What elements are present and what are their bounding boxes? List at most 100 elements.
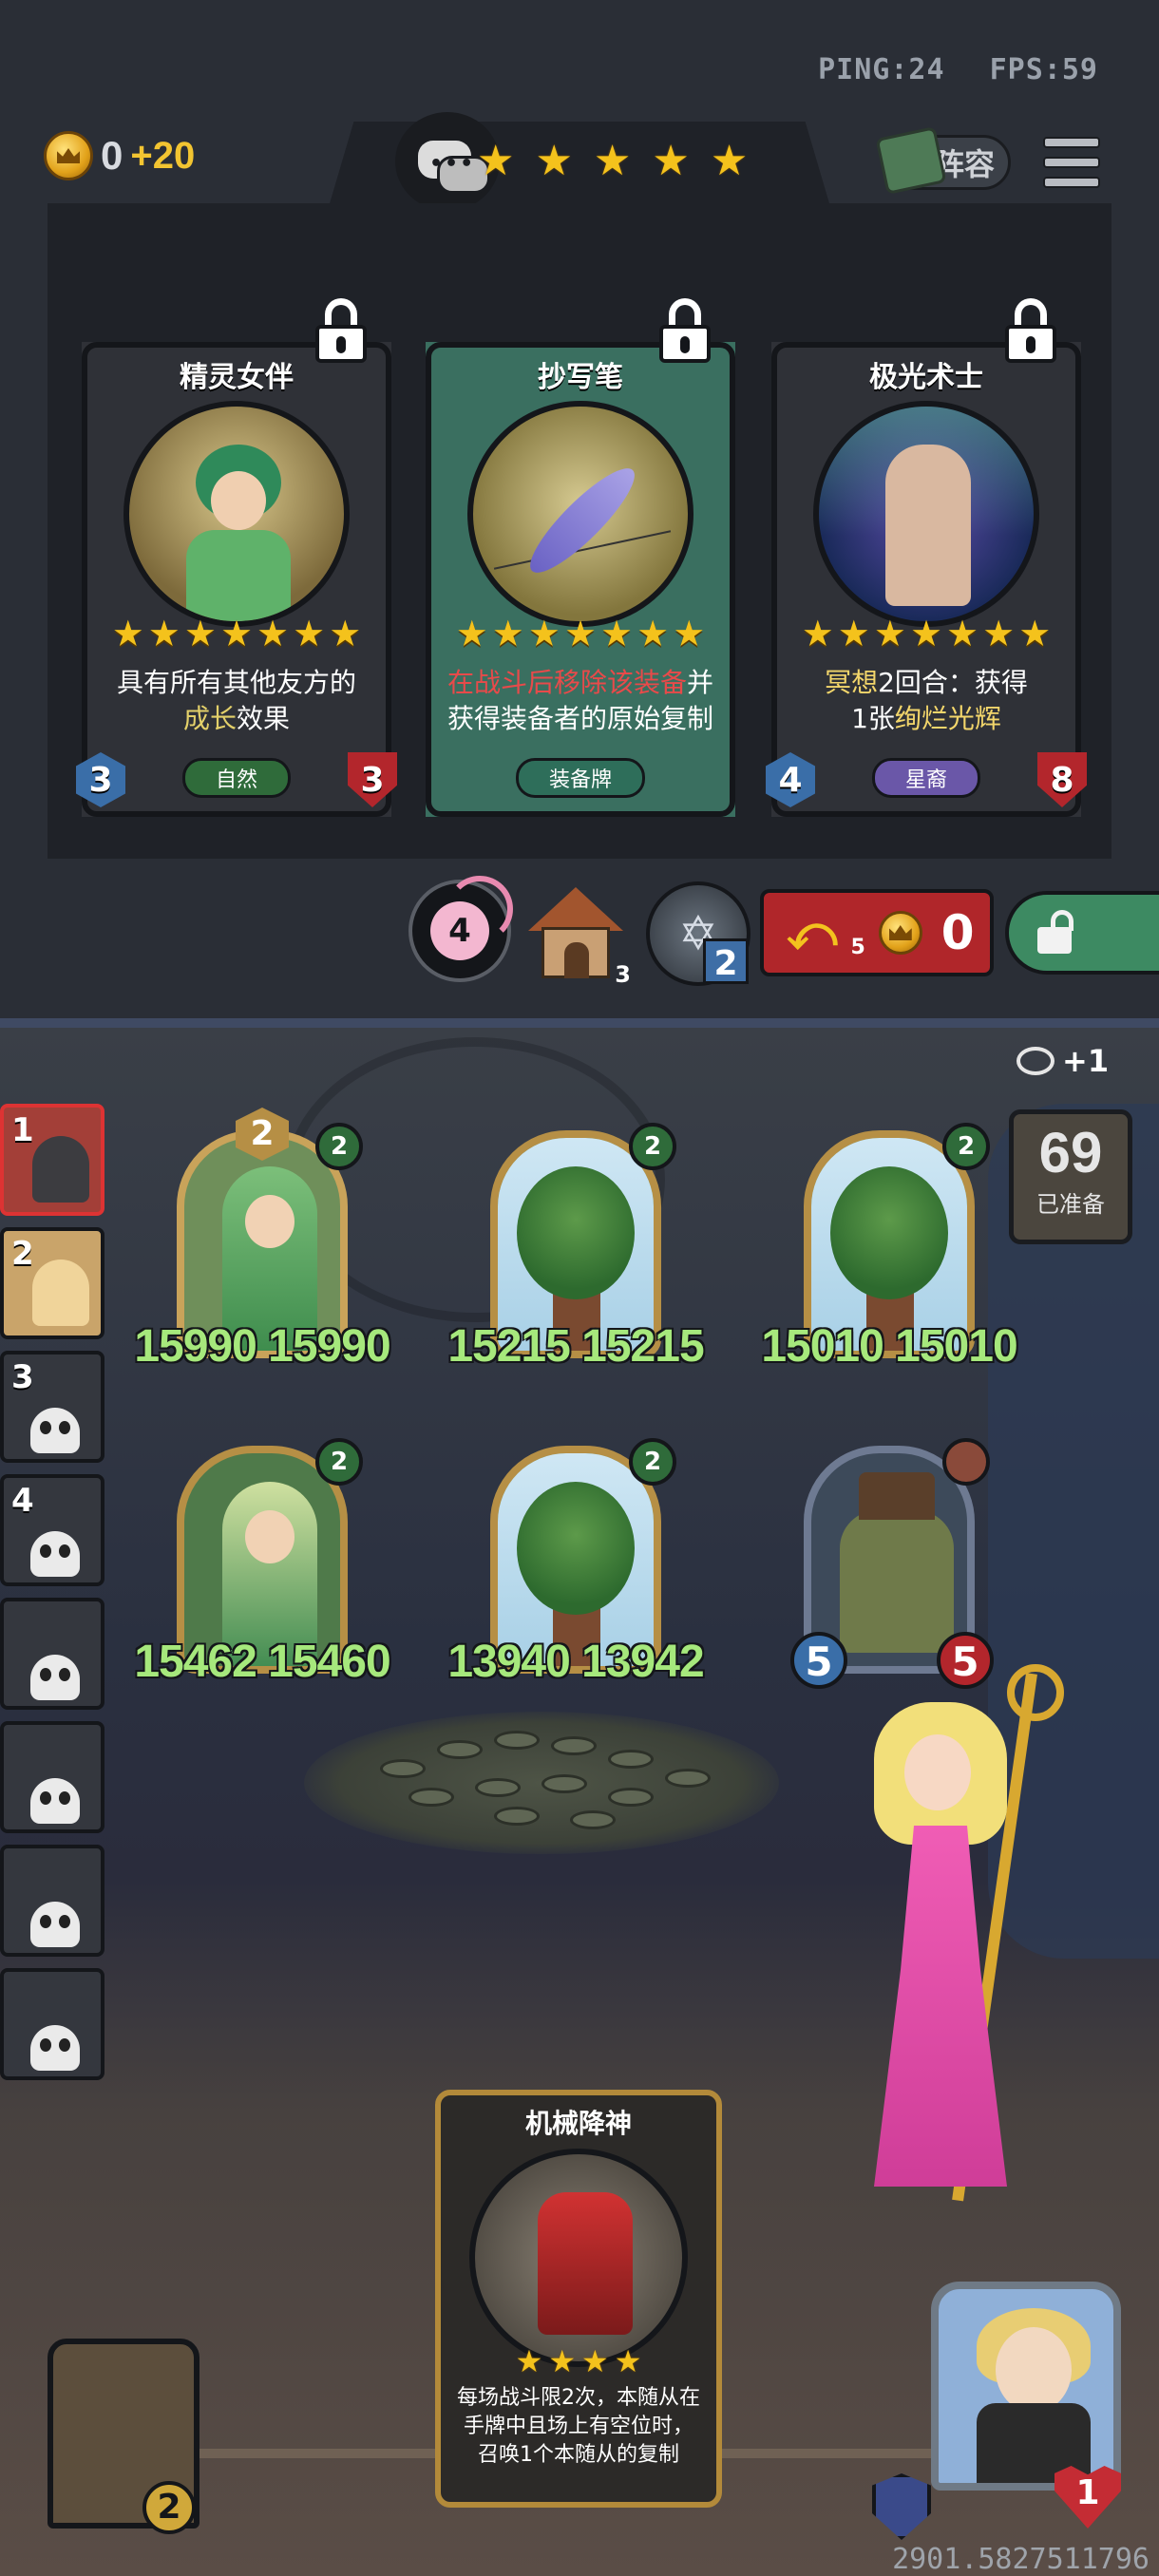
battlefield: +1 69 已准备 1 2 3 4 2 2 15990 15990 2 1521…: [0, 1028, 1159, 2576]
hand-card-stars: ★ ★ ★ ★: [515, 2343, 642, 2379]
card-stars: ★ ★ ★ ★ ★ ★ ★: [111, 613, 362, 654]
hand-card[interactable]: 机械降神 ★ ★ ★ ★ 每场战斗限2次，本随从在手牌中且场上有空位时，召唤1个本随从…: [435, 2090, 722, 2508]
refresh-count: 5: [850, 935, 865, 959]
card-tribe: 装备牌: [515, 758, 646, 798]
nature-tribe-icon: 2: [942, 1123, 990, 1170]
board-minion-fairy[interactable]: 2 2 15990 15990: [134, 1108, 391, 1377]
card-tribe: 自然: [181, 758, 292, 798]
card-description: 在战斗后移除该装备并 获得装备者的原始复制: [446, 667, 714, 734]
board-minion-toad[interactable]: 5 5: [790, 1438, 994, 1693]
freeze-shop-button[interactable]: [1005, 891, 1159, 975]
star-icon: ★: [652, 137, 690, 185]
lineup-button[interactable]: 阵容: [875, 126, 1011, 195]
card-description: 冥想2回合：获得 1张绚烂光辉: [825, 667, 1028, 734]
skull-icon: [30, 1902, 80, 1947]
tavern-tier-stars: ★ ★ ★ ★ ★: [477, 141, 748, 182]
nature-tribe-icon: 2: [629, 1438, 676, 1486]
refresh-button[interactable]: ⤺ 5 0: [760, 889, 994, 976]
skull-icon: [30, 1408, 80, 1453]
roster-rank: 2: [11, 1235, 34, 1273]
refresh-cost: 0: [940, 905, 975, 960]
menu-button[interactable]: [1043, 133, 1100, 192]
gold-coin-icon: [878, 911, 922, 955]
house-icon: [528, 887, 623, 931]
card-name: 极光术士: [869, 361, 983, 394]
gold-income: +20: [130, 134, 196, 177]
gold-counter: 0 +20: [44, 131, 195, 180]
gold-coin-icon: [44, 131, 93, 180]
roster-player-eliminated[interactable]: 4: [0, 1474, 104, 1586]
player-roster: 1 2 3 4: [0, 1104, 114, 2092]
roster-player-eliminated[interactable]: [0, 1968, 104, 2080]
minion-stats: 15215 15215: [447, 1321, 704, 1372]
ready-label: 已准备: [1036, 1191, 1105, 1218]
hand-card-name: 机械降神: [524, 2108, 632, 2139]
card-name: 抄写笔: [538, 361, 623, 394]
shop-panel: PING:24 FPS:59 0 +20 ••• ★ ★ ★ ★ ★ 阵容 精灵…: [0, 0, 1159, 1028]
hero-portrait[interactable]: [931, 2282, 1121, 2491]
player-hero-figure: [836, 1664, 1083, 2206]
star-icon: ★: [535, 137, 573, 185]
star-icon: ★: [593, 137, 632, 185]
turn-timer: 69: [1038, 1121, 1103, 1184]
compass-count: 2: [703, 938, 749, 984]
card-art: [467, 401, 694, 627]
ready-timer-panel[interactable]: 69 已准备: [1009, 1109, 1132, 1244]
card-description: 具有所有其他友方的 成长效果: [116, 667, 356, 734]
player-avatar: [32, 1260, 89, 1326]
shop-card-elf-companion[interactable]: 精灵女伴 ★ ★ ★ ★ ★ ★ ★ 具有所有其他友方的 成长效果 3 自然 3: [76, 298, 397, 817]
chest-count: 2: [142, 2481, 196, 2534]
board-minion-elf[interactable]: 2 15462 15460: [134, 1438, 391, 1693]
roster-rank: 3: [11, 1358, 34, 1396]
skull-icon: [30, 1655, 80, 1700]
minion-stats: 15010 15010: [761, 1321, 1017, 1372]
hero-health: 1: [1054, 2466, 1121, 2529]
refresh-arrow-icon: ⤺: [787, 904, 838, 960]
coin-pile: [304, 1712, 779, 1854]
nature-tribe-icon: 2: [315, 1123, 363, 1170]
roster-rank: 1: [11, 1111, 34, 1149]
fps-readout: FPS:59: [989, 53, 1098, 86]
minion-stats: 15990 15990: [134, 1321, 390, 1372]
card-stars: ★ ★ ★ ★ ★ ★ ★: [455, 613, 706, 654]
shop-card-scribe-pen[interactable]: 抄写笔 ★ ★ ★ ★ ★ ★ ★ 在战斗后移除该装备并 获得装备者的原始复制 装备牌: [426, 298, 735, 817]
treasure-chest[interactable]: 2: [28, 2301, 218, 2548]
star-icon: ★: [710, 137, 749, 185]
card-name: 精灵女伴: [180, 361, 294, 394]
debug-coordinates: 2901.5827511796: [892, 2543, 1150, 2576]
network-stats: PING:24 FPS:59: [791, 53, 1098, 86]
card-tribe: 星裔: [871, 758, 981, 798]
hero-power-shield-icon[interactable]: [872, 2473, 931, 2540]
minion-stats: 15462 15460: [134, 1637, 390, 1687]
hand-card-description: 每场战斗限2次，本随从在手牌中且场上有空位时，召唤1个本随从的复制: [457, 2386, 700, 2467]
skull-icon: [30, 1778, 80, 1824]
nature-tribe-icon: 2: [315, 1438, 363, 1486]
star-icon: ★: [477, 137, 515, 185]
roster-player-eliminated[interactable]: [0, 1845, 104, 1957]
shop-action-row: 4 3 ✡ 2 ⤺ 5 0: [0, 872, 1159, 995]
ping-readout: PING:24: [818, 53, 945, 86]
menu-icon: [1043, 137, 1100, 148]
gold-amount: 0: [101, 133, 124, 178]
book-icon: [875, 126, 947, 195]
eye-icon: [1016, 1047, 1054, 1075]
board-minion-tree[interactable]: 2 13940 13942: [447, 1438, 705, 1693]
roster-player[interactable]: 1: [0, 1104, 104, 1216]
roster-rank: 4: [11, 1482, 34, 1520]
shop-card-aurora-mage[interactable]: 极光术士 ★ ★ ★ ★ ★ ★ ★ 冥想2回合：获得 1张绚烂光辉 4 星裔 8: [766, 298, 1087, 817]
player-avatar: [32, 1136, 89, 1203]
house-count: 3: [615, 961, 631, 988]
skull-icon: [30, 2025, 80, 2071]
unlock-icon: [1037, 910, 1077, 956]
house-button[interactable]: 3: [528, 887, 631, 988]
spectator-bonus: +1: [1016, 1043, 1109, 1079]
board-minion-tree[interactable]: 2 15215 15215: [447, 1123, 705, 1377]
board-minion-tree[interactable]: 2 15010 15010: [761, 1123, 1018, 1377]
nature-tribe-icon: 2: [629, 1123, 676, 1170]
card-art: [813, 401, 1039, 627]
beast-tribe-icon: [942, 1438, 990, 1486]
roster-player-eliminated[interactable]: [0, 1721, 104, 1833]
hand-card-art: [469, 2149, 688, 2367]
card-stars: ★ ★ ★ ★ ★ ★ ★: [801, 613, 1052, 654]
card-art: [124, 401, 350, 627]
